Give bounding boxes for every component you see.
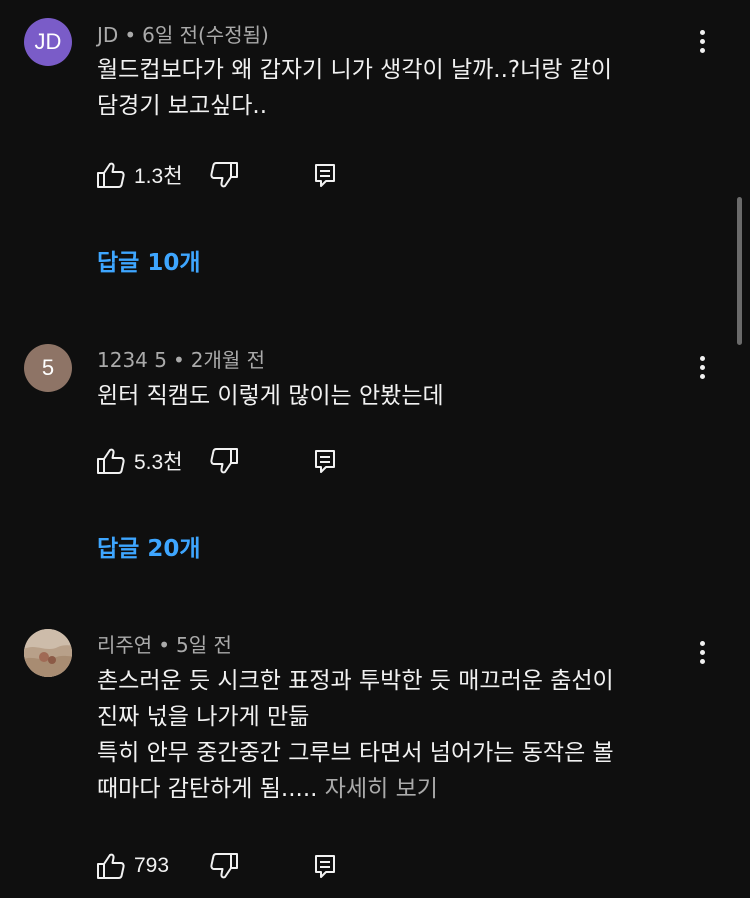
author-name[interactable]: 리주연	[97, 633, 152, 657]
thumbs-up-icon	[97, 448, 125, 474]
comment-text: 윈터 직캠도 이렇게 많이는 안봤는데	[97, 378, 444, 414]
reply-button[interactable]	[314, 850, 336, 882]
comment-line-last: 때마다 감탄하게 됨..... 자세히 보기	[97, 771, 614, 807]
thumbs-up-icon	[97, 853, 125, 879]
comment-meta: JD • 6일 전(수정됨)	[97, 19, 269, 48]
comment-meta: 리주연 • 5일 전	[97, 629, 232, 658]
like-count: 793	[134, 854, 170, 877]
more-options-icon[interactable]	[692, 26, 712, 56]
thumbs-up-icon	[97, 162, 125, 188]
like-button[interactable]: 793	[96, 850, 169, 882]
comment-line: 담경기 보고싶다..	[97, 93, 268, 119]
comment-line: 진짜 넋을 나가게 만듦	[97, 704, 310, 730]
timestamp[interactable]: 5일 전	[176, 633, 232, 657]
comment-actions: 5.3천	[96, 445, 416, 477]
thumbs-down-icon	[210, 853, 238, 879]
avatar[interactable]	[24, 629, 72, 677]
like-button[interactable]: 1.3천	[96, 159, 183, 191]
reply-button[interactable]	[314, 159, 336, 191]
replies-toggle[interactable]: 답글 10개	[97, 243, 201, 277]
comment-actions: 1.3천	[96, 159, 416, 191]
separator: •	[158, 633, 170, 657]
comment-text: 월드컵보다가 왜 갑자기 니가 생각이 날까..?너랑 같이 담경기 보고싶다.…	[97, 52, 612, 124]
comment-line: 윈터 직캠도 이렇게 많이는 안봤는데	[97, 383, 444, 409]
reply-button[interactable]	[314, 445, 336, 477]
comment-line: 월드컵보다가 왜 갑자기 니가 생각이 날까..?너랑 같이	[97, 57, 613, 83]
like-button[interactable]: 5.3천	[96, 445, 183, 477]
more-options-icon[interactable]	[692, 637, 712, 667]
scrollbar[interactable]	[737, 197, 742, 345]
reply-icon	[315, 164, 335, 187]
comment-meta: 1234 5 • 2개월 전	[97, 344, 265, 373]
timestamp[interactable]: 6일 전(수정됨)	[142, 23, 269, 47]
comment-line: 촌스러운 듯 시크한 표정과 투박한 듯 매끄러운 춤선이	[97, 668, 614, 694]
replies-toggle[interactable]: 답글 20개	[97, 529, 201, 563]
avatar[interactable]: 5	[24, 344, 72, 392]
read-more-link[interactable]: 자세히 보기	[325, 776, 438, 802]
comment-line: 특히 안무 중간중간 그루브 타면서 넘어가는 동작은 볼	[97, 740, 614, 766]
more-options-icon[interactable]	[692, 352, 712, 382]
author-name[interactable]: JD	[97, 23, 118, 47]
reply-icon	[315, 450, 335, 473]
thumbs-down-icon	[210, 162, 238, 188]
thumbs-down-icon	[210, 448, 238, 474]
dislike-button[interactable]	[209, 850, 239, 882]
like-count: 1.3천	[134, 165, 183, 188]
separator: •	[124, 23, 137, 47]
comment-text: 촌스러운 듯 시크한 표정과 투박한 듯 매끄러운 춤선이 진짜 넋을 나가게 …	[97, 663, 614, 807]
avatar[interactable]: JD	[24, 18, 72, 66]
like-count: 5.3천	[134, 451, 183, 474]
author-name[interactable]: 1234 5	[97, 348, 167, 372]
avatar-image	[24, 629, 72, 677]
dislike-button[interactable]	[209, 159, 239, 191]
timestamp[interactable]: 2개월 전	[191, 348, 265, 372]
dislike-button[interactable]	[209, 445, 239, 477]
reply-icon	[315, 855, 335, 878]
separator: •	[172, 348, 185, 372]
comment-line: 때마다 감탄하게 됨.....	[97, 776, 318, 802]
comment-actions: 793	[96, 850, 416, 882]
